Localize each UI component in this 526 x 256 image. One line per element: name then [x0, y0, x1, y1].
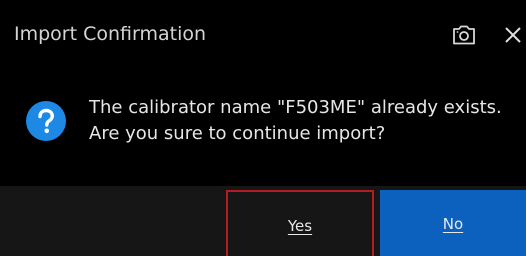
- close-icon[interactable]: [500, 22, 526, 48]
- no-button-label: No: [442, 215, 464, 233]
- import-confirmation-dialog: Import Confirmation The calibrator name …: [0, 0, 526, 256]
- dialog-footer: Yes No: [0, 186, 526, 256]
- message-line-1: The calibrator name "F503ME" already exi…: [89, 97, 502, 118]
- dialog-title: Import Confirmation: [14, 23, 207, 45]
- message-line-2: Are you sure to continue import?: [89, 123, 386, 144]
- question-icon: [25, 100, 67, 142]
- dialog-message: The calibrator name "F503ME" already exi…: [89, 95, 526, 147]
- dialog-title-bar: Import Confirmation: [0, 0, 526, 68]
- no-button[interactable]: No: [380, 190, 526, 256]
- camera-icon[interactable]: [452, 25, 476, 45]
- yes-button-label: Yes: [287, 217, 313, 235]
- yes-button[interactable]: Yes: [226, 190, 374, 256]
- dialog-body: The calibrator name "F503ME" already exi…: [0, 68, 526, 186]
